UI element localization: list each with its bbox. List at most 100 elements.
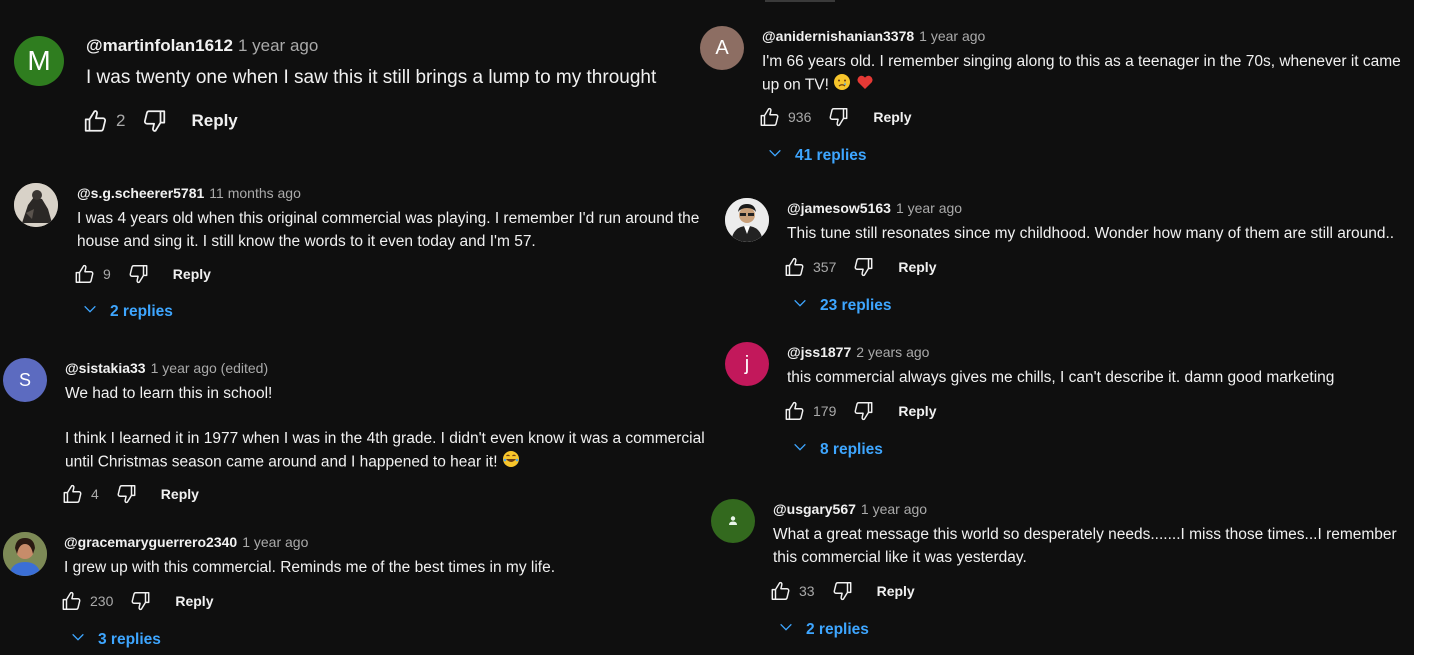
view-replies-button[interactable]: 2 replies (778, 619, 869, 640)
comment-time[interactable]: 1 year ago (919, 28, 985, 44)
like-count: 4 (91, 486, 99, 502)
comment-time[interactable]: 11 months ago (209, 185, 301, 201)
comment-header: @gracemaryguerrero2340 1 year ago (64, 534, 308, 550)
comment-time[interactable]: 1 year ago (242, 534, 308, 550)
divider (765, 0, 835, 2)
thumbs-down-icon[interactable] (831, 580, 853, 602)
chevron-down-icon (792, 439, 820, 460)
comment-actions: 179 Reply (784, 400, 936, 422)
comment-header: @s.g.scheerer5781 11 months ago (77, 185, 301, 201)
comment-header: @jss1877 2 years ago (787, 344, 929, 360)
comment-author[interactable]: @martinfolan1612 (86, 36, 233, 55)
comment-author[interactable]: @jss1877 (787, 344, 851, 360)
comment-text: We had to learn this in school! I think … (65, 382, 715, 475)
avatar[interactable]: M (14, 36, 64, 86)
comment-time[interactable]: 1 year ago (edited) (151, 360, 269, 376)
comment-author[interactable]: @gracemaryguerrero2340 (64, 534, 237, 550)
comment-header: @usgary567 1 year ago (773, 501, 927, 517)
like-count: 2 (116, 111, 126, 130)
avatar-letter: j (744, 352, 750, 375)
chevron-down-icon (792, 295, 820, 316)
view-replies-button[interactable]: 23 replies (792, 295, 892, 316)
view-replies-button[interactable]: 2 replies (82, 301, 173, 322)
comment-text-line: I think I learned it in 1977 when I was … (65, 427, 715, 475)
thumbs-up-icon[interactable] (74, 263, 96, 285)
chevron-down-icon (778, 619, 806, 640)
thumbs-down-icon[interactable] (852, 256, 874, 278)
replies-label: 2 replies (110, 302, 173, 320)
comment-time[interactable]: 1 year ago (238, 36, 318, 55)
comment-author[interactable]: @usgary567 (773, 501, 856, 517)
comment-actions: 357 Reply (784, 256, 936, 278)
comment-author[interactable]: @sistakia33 (65, 360, 146, 376)
page-edge (1414, 0, 1456, 655)
like-count: 230 (90, 593, 114, 609)
replies-label: 41 replies (795, 146, 867, 164)
thumbs-down-icon[interactable] (141, 108, 167, 134)
comment-actions: 4 Reply (62, 483, 199, 505)
reply-button[interactable]: Reply (873, 109, 911, 125)
avatar[interactable]: j (725, 342, 769, 386)
avatar[interactable] (14, 183, 58, 227)
view-replies-button[interactable]: 8 replies (792, 439, 883, 460)
comment-header: @anidernishanian3378 1 year ago (762, 28, 985, 44)
chevron-down-icon (82, 301, 110, 322)
thumbs-up-icon[interactable] (770, 580, 792, 602)
comment-time[interactable]: 2 years ago (856, 344, 929, 360)
thumbs-down-icon[interactable] (127, 263, 149, 285)
avatar[interactable] (711, 499, 755, 543)
reply-button[interactable]: Reply (877, 583, 915, 599)
replies-label: 2 replies (806, 620, 869, 638)
comment-author[interactable]: @s.g.scheerer5781 (77, 185, 204, 201)
avatar[interactable]: S (3, 358, 47, 402)
chevron-down-icon (767, 145, 795, 166)
like-count: 179 (813, 403, 837, 419)
thumbs-up-icon[interactable] (61, 590, 83, 612)
comment-text: I'm 66 years old. I remember singing alo… (762, 50, 1407, 98)
red-heart-emoji (856, 73, 874, 98)
thumbs-down-icon[interactable] (129, 590, 151, 612)
comment-actions: 2 Reply (83, 108, 238, 134)
like-count: 357 (813, 259, 837, 275)
thumbs-down-icon[interactable] (827, 106, 849, 128)
avatar[interactable] (3, 532, 47, 576)
avatar[interactable]: A (700, 26, 744, 70)
comment-time[interactable]: 1 year ago (896, 200, 962, 216)
chevron-down-icon (70, 629, 98, 650)
reply-button[interactable]: Reply (191, 111, 237, 131)
avatar[interactable] (725, 198, 769, 242)
avatar-letter: S (18, 369, 31, 390)
thumbs-up-icon[interactable] (784, 256, 806, 278)
comment-header: @jamesow5163 1 year ago (787, 200, 962, 216)
replies-label: 23 replies (820, 296, 892, 314)
laughing-face-emoji (502, 450, 520, 475)
comment-text: I was twenty one when I saw this it stil… (86, 67, 657, 88)
replies-label: 3 replies (98, 630, 161, 648)
reply-button[interactable]: Reply (898, 259, 936, 275)
like-count: 9 (103, 266, 111, 282)
comment-time[interactable]: 1 year ago (861, 501, 927, 517)
thumbs-up-icon[interactable] (759, 106, 781, 128)
like-count: 936 (788, 109, 812, 125)
reply-button[interactable]: Reply (161, 486, 199, 502)
comment-author[interactable]: @jamesow5163 (787, 200, 891, 216)
thumbs-up-icon[interactable] (784, 400, 806, 422)
comment-text-line: We had to learn this in school! (65, 385, 273, 402)
thumbs-up-icon[interactable] (62, 483, 84, 505)
view-replies-button[interactable]: 3 replies (70, 629, 161, 650)
reply-button[interactable]: Reply (173, 266, 211, 282)
comment-header: @martinfolan1612 1 year ago (86, 36, 318, 56)
comment-header: @sistakia33 1 year ago (edited) (65, 360, 268, 376)
thumbs-down-icon[interactable] (115, 483, 137, 505)
reply-button[interactable]: Reply (175, 593, 213, 609)
comment-text: This tune still resonates since my child… (787, 225, 1395, 242)
reply-button[interactable]: Reply (898, 403, 936, 419)
comment-author[interactable]: @anidernishanian3378 (762, 28, 914, 44)
comment-text: this commercial always gives me chills, … (787, 369, 1335, 386)
thumbs-up-icon[interactable] (83, 108, 109, 134)
comment-text: I was 4 years old when this original com… (77, 210, 700, 250)
comment-actions: 9 Reply (74, 263, 211, 285)
like-count: 33 (799, 583, 815, 599)
thumbs-down-icon[interactable] (852, 400, 874, 422)
view-replies-button[interactable]: 41 replies (767, 145, 867, 166)
